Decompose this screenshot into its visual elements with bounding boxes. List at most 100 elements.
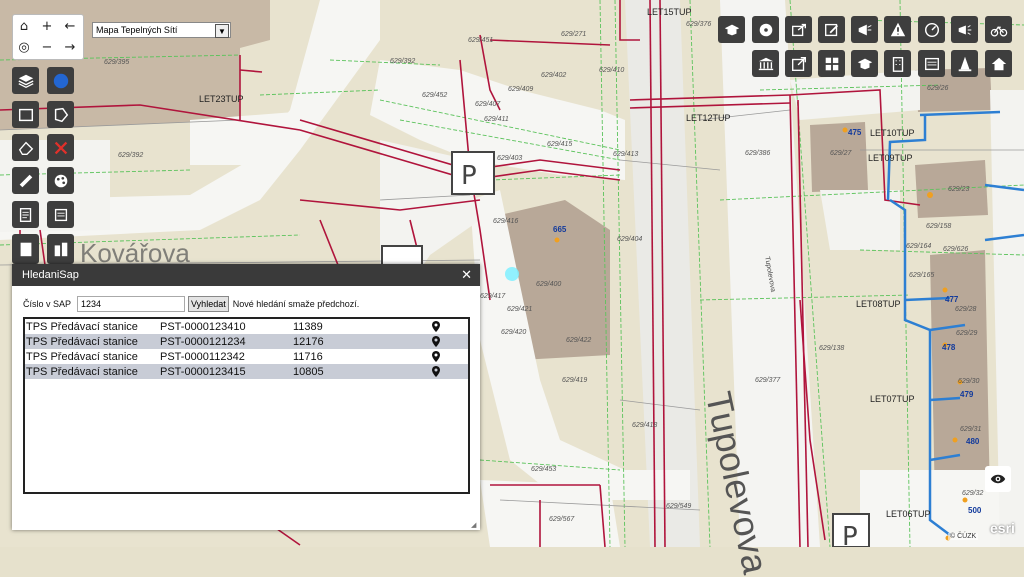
close-icon[interactable]: ✕ <box>461 267 472 283</box>
layers-button[interactable] <box>12 67 39 94</box>
address-number: 480 <box>966 437 980 446</box>
parcel-label: 629/453 <box>531 466 557 473</box>
warning-icon <box>890 22 905 36</box>
print-icon <box>54 208 67 221</box>
result-number: 11716 <box>293 350 323 363</box>
sap-label: Číslo v SAP <box>23 299 72 309</box>
search-button[interactable]: Vyhledat <box>188 296 229 312</box>
parcel-label: 629/164 <box>906 243 932 250</box>
top-tool-15[interactable] <box>918 50 945 77</box>
parcel-label: 629/422 <box>566 337 592 344</box>
map-pin-icon[interactable] <box>426 336 446 347</box>
result-type: TPS Předávací stanice <box>26 320 138 333</box>
map-pin-icon[interactable] <box>426 321 446 332</box>
top-tool-7[interactable] <box>918 16 945 43</box>
place-label-let10tup: LET10TUP <box>870 128 915 138</box>
edit-button[interactable] <box>12 201 39 228</box>
draw-polygon-button[interactable] <box>47 101 74 128</box>
top-tool-8[interactable] <box>951 16 978 43</box>
result-row[interactable]: TPS Předávací stanice PST-0000123410 113… <box>25 319 468 334</box>
top-tool-17[interactable] <box>985 50 1012 77</box>
bank-icon <box>758 57 773 70</box>
map-pin-icon[interactable] <box>426 351 446 362</box>
layers-icon <box>17 74 34 88</box>
top-tool-14[interactable] <box>884 50 911 77</box>
eraser-icon <box>18 141 33 155</box>
grid-icon <box>825 57 838 70</box>
top-tool-11[interactable] <box>785 50 812 77</box>
top-tool-10[interactable] <box>752 50 779 77</box>
parcel-label: 629/23 <box>948 186 970 193</box>
home-icon <box>991 57 1006 70</box>
result-code: PST-0000121234 <box>160 335 246 348</box>
navigation-control: ⌂ + ← ◎ − → <box>12 14 84 60</box>
parcel-label: 629/26 <box>927 85 949 92</box>
back-arrow-icon[interactable]: ← <box>60 17 80 35</box>
city-button[interactable] <box>47 234 74 264</box>
top-tool-2[interactable] <box>752 16 779 43</box>
top-tool-3[interactable] <box>785 16 812 43</box>
locate-icon[interactable]: ◎ <box>14 38 34 56</box>
esri-logo: esri <box>990 520 1015 536</box>
top-tool-9[interactable] <box>985 16 1012 43</box>
draw-rectangle-button[interactable] <box>12 101 39 128</box>
resize-handle-icon[interactable]: ◢ <box>471 521 479 529</box>
result-row[interactable]: TPS Předávací stanice PST-0000123415 108… <box>25 364 468 379</box>
basemap-select[interactable]: Mapa Tepelných Sítí ▼ <box>92 22 231 38</box>
parcel-label: 629/271 <box>561 31 587 38</box>
address-number: 665 <box>553 225 567 234</box>
top-tool-4[interactable] <box>818 16 845 43</box>
parcel-label: 629/413 <box>613 151 639 158</box>
address-number: 475 <box>848 128 862 137</box>
building-button[interactable] <box>12 234 39 264</box>
zoom-in-button[interactable]: + <box>37 17 57 35</box>
parcel-label: 629/451 <box>468 37 494 44</box>
dialog-titlebar[interactable]: HledaniSap ✕ <box>12 264 480 286</box>
delete-drawing-button[interactable] <box>47 134 74 161</box>
forward-arrow-icon[interactable]: → <box>60 38 80 56</box>
film-icon <box>759 23 772 36</box>
parcel-label: 629/377 <box>755 377 781 384</box>
visibility-button[interactable] <box>985 466 1011 492</box>
top-tool-6[interactable] <box>884 16 911 43</box>
address-number: 477 <box>945 295 959 304</box>
top-tool-12[interactable] <box>818 50 845 77</box>
parcel-label: 629/410 <box>599 67 625 74</box>
place-label-let08tup: LET08TUP <box>856 299 901 309</box>
symbology-button[interactable] <box>47 167 74 194</box>
measure-button[interactable] <box>12 167 39 194</box>
parcel-label: 629/407 <box>475 101 501 108</box>
hledani-sap-dialog: HledaniSap ✕ Číslo v SAP Vyhledat Nové h… <box>12 264 480 530</box>
basemap-select-value: Mapa Tepelných Sítí <box>96 25 178 35</box>
parcel-label: 629/376 <box>686 21 712 28</box>
chevron-down-icon[interactable]: ▼ <box>215 24 229 38</box>
print-button[interactable] <box>47 201 74 228</box>
ruler-icon <box>19 174 32 187</box>
parcel-label: 629/417 <box>480 293 506 300</box>
megaphone-icon <box>858 24 872 35</box>
result-number: 10805 <box>293 365 324 378</box>
globe-icon <box>53 73 68 88</box>
result-row[interactable]: TPS Předávací stanice PST-0000112342 117… <box>25 349 468 364</box>
top-tool-1[interactable] <box>718 16 745 43</box>
open-external-icon <box>791 56 806 71</box>
top-tool-16[interactable] <box>951 50 978 77</box>
result-row[interactable]: TPS Předávací stanice PST-0000121234 121… <box>25 334 468 349</box>
parcel-label: 629/402 <box>541 72 567 79</box>
globe-button[interactable] <box>47 67 74 94</box>
top-tool-13[interactable] <box>851 50 878 77</box>
parcel-label: 629/415 <box>547 141 573 148</box>
parcel-label: 629/165 <box>909 272 935 279</box>
sap-number-input[interactable] <box>77 296 186 312</box>
city-icon <box>54 242 67 257</box>
result-code: PST-0000112342 <box>160 350 245 363</box>
parcel-label: 629/418 <box>632 422 658 429</box>
eraser-button[interactable] <box>12 134 39 161</box>
top-tool-5[interactable] <box>851 16 878 43</box>
gauge-icon <box>924 22 939 37</box>
announce-icon <box>958 24 971 35</box>
home-icon[interactable]: ⌂ <box>14 17 34 35</box>
parcel-label: 629/419 <box>562 377 588 384</box>
zoom-out-button[interactable]: − <box>37 38 57 56</box>
map-pin-icon[interactable] <box>426 366 446 377</box>
